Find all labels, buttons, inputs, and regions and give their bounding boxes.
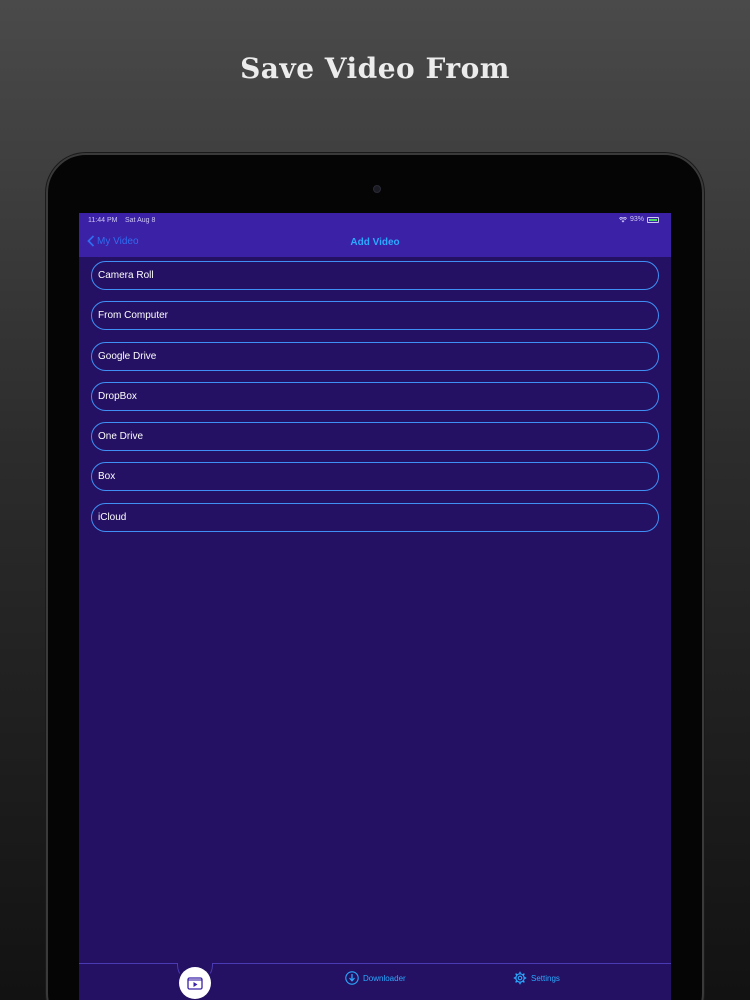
source-item-icloud[interactable]: iCloud <box>91 502 659 532</box>
source-item-dropbox[interactable]: DropBox <box>91 381 659 411</box>
source-list: Camera Roll From Computer Google Drive D… <box>91 261 659 543</box>
source-item-one-drive[interactable]: One Drive <box>91 422 659 452</box>
battery-percent: 93% <box>629 216 644 223</box>
status-date: Sat Aug 8 <box>125 217 156 224</box>
tab-downloader-label: Downloader <box>363 973 406 983</box>
source-item-camera-roll[interactable]: Camera Roll <box>91 261 659 290</box>
gear-icon <box>513 971 527 985</box>
source-item-from-computer[interactable]: From Computer <box>91 301 659 331</box>
source-item-google-drive[interactable]: Google Drive <box>91 341 659 371</box>
tab-my-video[interactable] <box>179 967 211 999</box>
download-icon <box>345 971 359 985</box>
status-indicators: 93% <box>618 216 659 223</box>
tab-settings[interactable]: Settings <box>513 971 560 985</box>
wifi-icon <box>618 216 627 222</box>
app-screen: 11:44 PM Sat Aug 8 93% My Video Add Vide… <box>79 213 671 1000</box>
status-time: 11:44 PM <box>88 217 118 224</box>
battery-icon <box>647 216 659 223</box>
page-title: Add Video <box>350 237 400 248</box>
status-bar: 11:44 PM Sat Aug 8 93% <box>79 213 671 229</box>
video-folder-icon <box>187 977 203 990</box>
promo-title: Save Video From <box>240 52 510 85</box>
tab-downloader[interactable]: Downloader <box>345 971 406 985</box>
tab-bar: Downloader Settings <box>79 963 671 1000</box>
camera-icon <box>373 185 381 193</box>
tab-settings-label: Settings <box>531 973 560 983</box>
source-item-box[interactable]: Box <box>91 462 659 492</box>
navigation-bar: My Video Add Video <box>79 229 671 257</box>
